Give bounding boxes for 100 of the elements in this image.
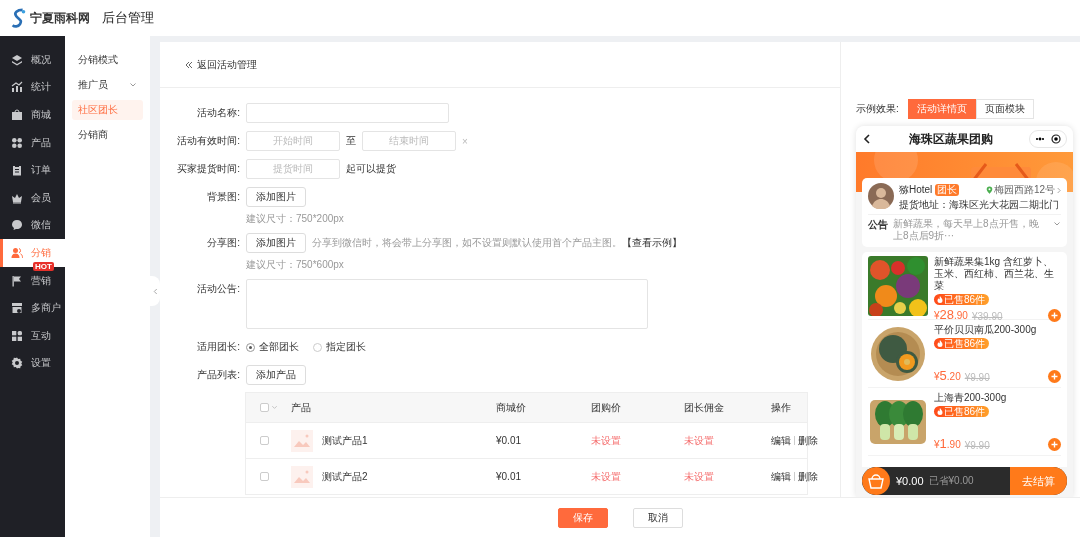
saved-amount: 已省¥0.00	[928, 474, 974, 488]
original-price: ¥39.90	[971, 311, 1003, 322]
product-name: 新鲜蔬果集1kg 含红萝卜、玉米、西红柿、西兰花、生菜	[934, 256, 1055, 292]
action-link[interactable]: 编辑	[771, 433, 791, 448]
location-link[interactable]: 梅园西路12号	[985, 183, 1061, 197]
submenu-item[interactable]: 推广员	[72, 75, 143, 95]
double-chevron-left-icon	[185, 60, 193, 69]
back-link[interactable]: 返回活动管理	[185, 57, 257, 72]
text-field[interactable]	[246, 103, 449, 123]
bag-icon	[11, 109, 23, 121]
pickup-address: 提货地址：海珠区光大花园二期北门	[899, 199, 1060, 211]
hot-badge: HOT	[33, 261, 54, 271]
submenu-item[interactable]: 分销模式	[72, 50, 143, 70]
product-name: 测试产品1	[322, 433, 368, 448]
add-to-cart-button[interactable]	[1048, 309, 1061, 322]
store-icon	[11, 302, 23, 315]
action-link[interactable]: 删除	[798, 469, 818, 484]
product-name: 平价贝贝南瓜200-300g	[934, 324, 1038, 336]
add-to-cart-button[interactable]	[1048, 370, 1061, 383]
field-label: 活动有效时间:	[176, 134, 240, 148]
chat-icon	[11, 219, 23, 232]
table-cell-text: 未设置	[684, 469, 715, 484]
table-cell-text: 未设置	[591, 433, 622, 448]
sidebar-item[interactable]: 微信	[0, 211, 65, 240]
notice-label: 公告	[868, 218, 888, 232]
chevron-down-icon	[129, 81, 137, 89]
collapse-handle[interactable]	[150, 276, 160, 306]
sold-badge: 已售86件	[934, 294, 990, 305]
leader-name: 猕Hotel	[899, 183, 933, 197]
action-link[interactable]: 编辑	[771, 469, 791, 484]
image-placeholder-icon	[291, 465, 313, 488]
text-area[interactable]	[246, 279, 648, 329]
field-label: 活动名称:	[196, 106, 240, 120]
sidebar-item[interactable]: 概况	[0, 46, 65, 74]
layers-icon	[11, 53, 23, 66]
plus-icon	[1051, 312, 1058, 319]
sidebar-item[interactable]: 商城	[0, 101, 65, 129]
table-cell-text: 未设置	[684, 433, 715, 448]
column-header: 团购价	[591, 400, 622, 415]
sidebar-item[interactable]: 统计	[0, 73, 65, 102]
hint-text: 分享到微信时，将会带上分享图，如不设置则默认使用首个产品主图。【查看示例】	[312, 236, 682, 250]
sidebar-item[interactable]: 多商户	[0, 294, 65, 322]
add-image-button[interactable]: 添加图片	[246, 233, 306, 253]
chevron-right-icon	[1056, 186, 1061, 194]
column-header: 产品	[291, 400, 312, 415]
flame-icon	[937, 408, 943, 415]
flag-icon	[11, 274, 23, 287]
hint-text: 建议尺寸：750*600px	[246, 259, 345, 271]
leader-badge: 团长	[935, 184, 960, 196]
submenu-item[interactable]: 分销商	[72, 125, 143, 145]
settings-icon	[11, 357, 23, 370]
sidebar-item[interactable]: 互动	[0, 321, 65, 350]
checkbox[interactable]	[260, 436, 269, 445]
table-cell-text: ¥0.01	[496, 435, 523, 446]
field-label: 活动公告:	[196, 282, 240, 296]
original-price: ¥9.90	[964, 440, 990, 451]
sidebar-item[interactable]: 产品	[0, 128, 65, 157]
column-header: 操作	[771, 400, 792, 415]
checkbox[interactable]	[260, 472, 269, 481]
price-text: ¥28.90	[934, 307, 968, 322]
notice-text: 新鲜蔬果，每天早上8点开售，晚上8点后9折···	[893, 218, 1040, 242]
field-label: 买家提货时间:	[176, 162, 240, 176]
checkbox[interactable]	[260, 403, 269, 412]
price-text: ¥1.90	[934, 436, 961, 451]
cart-total: ¥0.00	[896, 475, 924, 487]
flame-icon	[937, 340, 943, 347]
example-link[interactable]: 【查看示例】	[622, 237, 682, 248]
sidebar-item[interactable]: 订单	[0, 156, 65, 184]
pin-icon	[985, 186, 993, 194]
action-link[interactable]: 删除	[798, 433, 818, 448]
price-text: ¥5.20	[934, 368, 961, 383]
grid-icon	[11, 136, 23, 149]
image-placeholder-icon	[291, 429, 313, 452]
flame-icon	[937, 296, 943, 303]
bar-chart-icon	[11, 81, 23, 94]
cancel-button[interactable]: 取消	[632, 507, 683, 528]
sold-badge: 已售86件	[934, 406, 990, 417]
add-product-button[interactable]: 添加产品	[246, 365, 306, 385]
field-label: 分享图:	[206, 236, 240, 250]
field-label: 适用团长:	[196, 340, 240, 354]
chevron-down-icon	[1053, 220, 1061, 228]
add-to-cart-button[interactable]	[1048, 438, 1061, 451]
add-image-button[interactable]: 添加图片	[246, 187, 306, 207]
back-icon	[862, 134, 872, 144]
separator-text: 至	[346, 134, 356, 148]
preview-tab[interactable]: 页面模块	[976, 99, 1034, 119]
clipboard-icon	[11, 164, 23, 177]
blocks-icon	[11, 329, 23, 342]
suffix-text: 起可以提货	[346, 162, 396, 176]
product-name: 上海青200-300g	[934, 392, 1008, 404]
chevron-left-icon	[152, 287, 158, 295]
page-title: 海珠区蔬果团购	[907, 130, 994, 148]
sidebar-item[interactable]: 会员	[0, 183, 65, 212]
radio-option[interactable]: 指定团长	[313, 337, 366, 357]
preview-label: 示例效果:	[856, 102, 900, 116]
sidebar-item[interactable]: 设置	[0, 349, 65, 378]
sold-badge: 已售86件	[934, 338, 990, 349]
product-name: 测试产品2	[322, 469, 368, 484]
radio-option[interactable]: 全部团长	[246, 337, 299, 357]
hint-text: 建议尺寸：750*200px	[246, 213, 344, 225]
